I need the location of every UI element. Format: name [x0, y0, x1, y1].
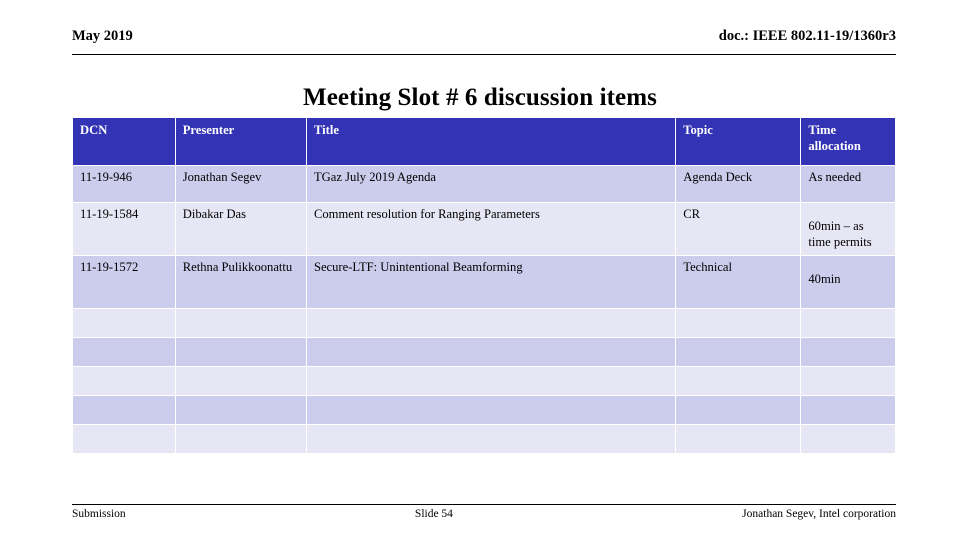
slide-header: May 2019 doc.: IEEE 802.11-19/1360r3: [72, 28, 896, 55]
agenda-table-container: DCN Presenter Title Topic Time allocatio…: [72, 117, 896, 454]
cell-dcn: [73, 367, 175, 395]
cell-dcn: 11-19-1584: [73, 203, 175, 255]
cell-time-allocation: [801, 396, 895, 424]
header-document-id: doc.: IEEE 802.11-19/1360r3: [718, 28, 896, 44]
cell-presenter: Dibakar Das: [175, 203, 306, 255]
header-date: May 2019: [72, 28, 133, 44]
cell-topic: [676, 396, 801, 424]
cell-topic: Agenda Deck: [676, 166, 801, 202]
cell-dcn: [73, 425, 175, 453]
cell-presenter: Jonathan Segev: [175, 166, 306, 202]
table-row-empty: [73, 396, 895, 424]
cell-dcn: 11-19-946: [73, 166, 175, 202]
table-row-empty: [73, 367, 895, 395]
cell-topic: Technical: [676, 256, 801, 308]
column-header-topic: Topic: [676, 118, 801, 165]
cell-presenter: [175, 338, 306, 366]
footer-author: Jonathan Segev, Intel corporation: [742, 508, 896, 520]
cell-title: [306, 338, 676, 366]
cell-dcn: 11-19-1572: [73, 256, 175, 308]
cell-title: [306, 367, 676, 395]
cell-topic: [676, 309, 801, 337]
table-row-empty: [73, 425, 895, 453]
slide: May 2019 doc.: IEEE 802.11-19/1360r3 Mee…: [0, 0, 960, 540]
table-body: 11-19-946 Jonathan Segev TGaz July 2019 …: [73, 166, 895, 453]
table-row: 11-19-946 Jonathan Segev TGaz July 2019 …: [73, 166, 895, 202]
cell-title: Comment resolution for Ranging Parameter…: [306, 203, 676, 255]
cell-time-allocation: [801, 367, 895, 395]
table-header-row: DCN Presenter Title Topic Time allocatio…: [73, 118, 895, 165]
cell-topic: [676, 425, 801, 453]
cell-presenter: [175, 309, 306, 337]
table-row-empty: [73, 309, 895, 337]
slide-footer: Submission Slide 54 Jonathan Segev, Inte…: [72, 504, 896, 530]
table-header: DCN Presenter Title Topic Time allocatio…: [73, 118, 895, 165]
footer-submission-label: Submission: [72, 508, 126, 520]
table-row-empty: [73, 338, 895, 366]
cell-time-allocation: As needed: [801, 166, 895, 202]
cell-title: [306, 309, 676, 337]
cell-topic: CR: [676, 203, 801, 255]
cell-dcn: [73, 396, 175, 424]
cell-dcn: [73, 309, 175, 337]
cell-dcn: [73, 338, 175, 366]
agenda-table: DCN Presenter Title Topic Time allocatio…: [72, 117, 896, 454]
table-row: 11-19-1572 Rethna Pulikkoonattu Secure-L…: [73, 256, 895, 308]
cell-presenter: Rethna Pulikkoonattu: [175, 256, 306, 308]
cell-time-allocation: [801, 309, 895, 337]
column-header-dcn: DCN: [73, 118, 175, 165]
page-title: Meeting Slot # 6 discussion items: [303, 84, 657, 111]
cell-presenter: [175, 425, 306, 453]
cell-topic: [676, 338, 801, 366]
cell-time-allocation: 60min – as time permits: [801, 203, 895, 255]
cell-title: Secure-LTF: Unintentional Beamforming: [306, 256, 676, 308]
column-header-presenter: Presenter: [175, 118, 306, 165]
cell-title: [306, 425, 676, 453]
cell-time-allocation: 40min: [801, 256, 895, 308]
cell-topic: [676, 367, 801, 395]
cell-title: TGaz July 2019 Agenda: [306, 166, 676, 202]
cell-title: [306, 396, 676, 424]
column-header-time-allocation: Time allocation: [801, 118, 895, 165]
table-row: 11-19-1584 Dibakar Das Comment resolutio…: [73, 203, 895, 255]
cell-presenter: [175, 367, 306, 395]
column-header-title: Title: [306, 118, 676, 165]
cell-time-allocation: [801, 338, 895, 366]
cell-presenter: [175, 396, 306, 424]
footer-slide-number: Slide 54: [414, 508, 453, 520]
cell-time-allocation: [801, 425, 895, 453]
